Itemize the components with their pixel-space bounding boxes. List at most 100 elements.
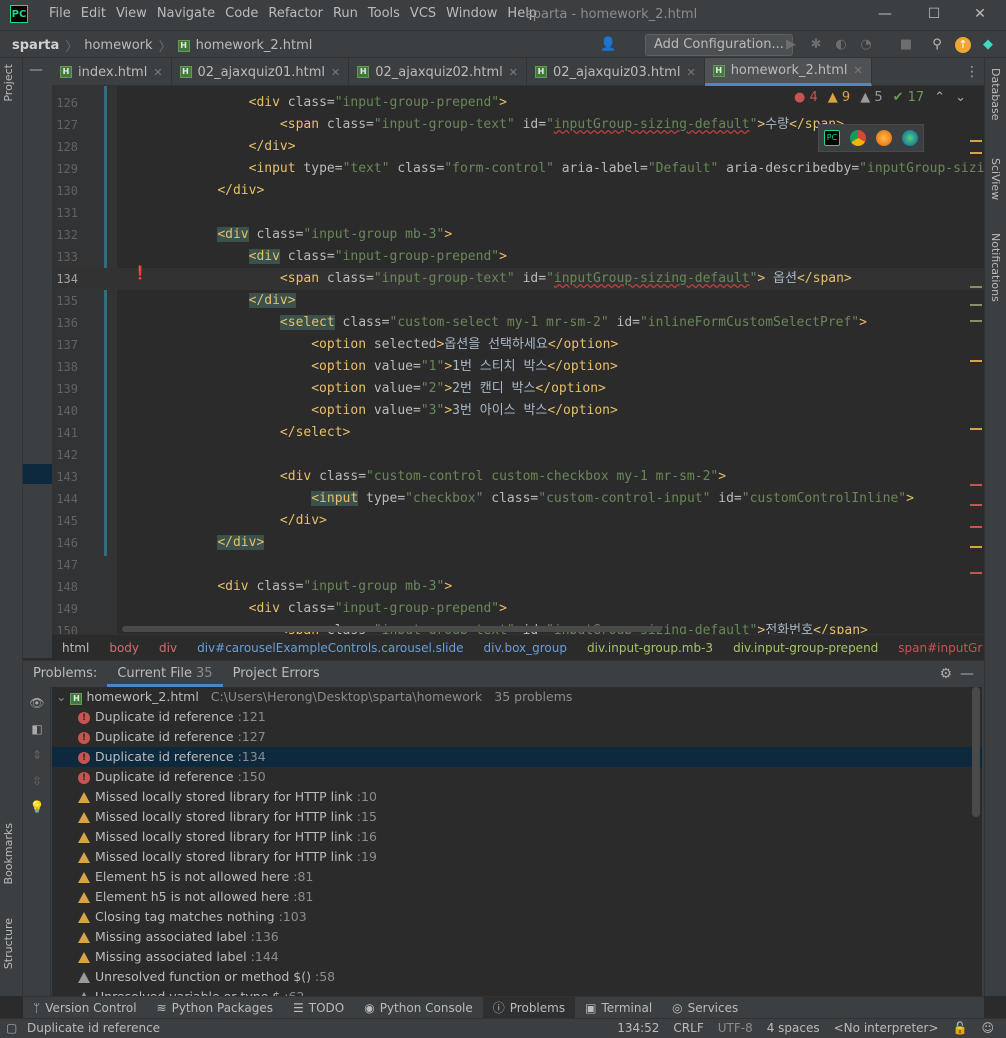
problem-row[interactable]: Element h5 is not allowed here:81 <box>52 887 982 907</box>
problems-file-row[interactable]: ⌄ H homework_2.html C:\Users\Herong\Desk… <box>52 687 982 707</box>
code-line[interactable]: 149 <div class="input-group-prepend"> <box>52 598 984 620</box>
minimize-icon[interactable]: — <box>875 4 895 24</box>
coverage-icon[interactable]: ◐ <box>833 37 849 53</box>
warning-marker[interactable] <box>970 140 982 142</box>
code-line[interactable]: 132 <div class="input-group mb-3"> <box>52 224 984 246</box>
weak-warning-count[interactable]: ▲ 5 <box>860 90 882 105</box>
structure-crumb[interactable]: html <box>52 641 99 655</box>
breadcrumb-project[interactable]: sparta <box>12 38 59 53</box>
breadcrumb-file[interactable]: homework_2.html <box>196 38 313 53</box>
breadcrumb-folder[interactable]: homework <box>84 38 152 53</box>
problem-row[interactable]: Missed locally stored library for HTTP l… <box>52 787 982 807</box>
warning-marker[interactable] <box>970 360 982 362</box>
horizontal-scrollbar[interactable] <box>122 626 662 632</box>
code-line[interactable]: 148 <div class="input-group mb-3"> <box>52 576 984 598</box>
structure-crumb[interactable]: div#carouselExampleControls.carousel.sli… <box>187 641 473 655</box>
menu-view[interactable]: View <box>111 6 152 21</box>
typo-count[interactable]: ✔ 17 <box>893 90 925 105</box>
tool-tab-todo[interactable]: ☰ TODO <box>283 997 354 1019</box>
problem-row[interactable]: Unresolved function or method $():58 <box>52 967 982 987</box>
tab-current-file[interactable]: Current File 35 <box>107 661 223 687</box>
code-with-me-icon[interactable]: ◆ <box>980 37 996 53</box>
code-line[interactable]: 145 </div> <box>52 510 984 532</box>
menu-file[interactable]: File <box>44 6 76 21</box>
search-icon[interactable]: ⚲ <box>929 37 945 53</box>
tool-tab-python-console[interactable]: ◉ Python Console <box>354 997 483 1019</box>
problem-row[interactable]: Missing associated label:144 <box>52 947 982 967</box>
code-line[interactable]: 143 <div class="custom-control custom-ch… <box>52 466 984 488</box>
code-line[interactable]: 131 <box>52 202 984 224</box>
code-line[interactable]: 129 <input type="text" class="form-contr… <box>52 158 984 180</box>
menu-window[interactable]: Window <box>441 6 502 21</box>
structure-crumb[interactable]: div.input-group-prepend <box>723 641 888 655</box>
problem-row[interactable]: ! Duplicate id reference:134 <box>52 747 982 767</box>
editor-scrollbar[interactable] <box>970 86 984 634</box>
structure-crumb[interactable]: div.input-group.mb-3 <box>577 641 723 655</box>
code-line[interactable]: 137 <option selected>옵션을 선택하세요</option> <box>52 334 984 356</box>
pycharm-browser-icon[interactable]: PC <box>824 130 840 146</box>
structure-tool-tab[interactable]: Structure <box>2 918 15 969</box>
warning-count[interactable]: ▲ 9 <box>828 90 850 105</box>
tab-project-errors[interactable]: Project Errors <box>223 661 330 687</box>
collapse-all-icon[interactable]: ⇳ <box>29 773 45 789</box>
weak-marker[interactable] <box>970 286 982 288</box>
menu-tools[interactable]: Tools <box>363 6 405 21</box>
problem-row[interactable]: Missed locally stored library for HTTP l… <box>52 807 982 827</box>
error-marker[interactable] <box>970 526 982 528</box>
lock-icon[interactable]: 🔓 <box>953 1021 968 1035</box>
tab-homework-2-html[interactable]: Hhomework_2.html ✕ <box>704 58 872 86</box>
weak-marker[interactable] <box>970 320 982 322</box>
menu-navigate[interactable]: Navigate <box>152 6 220 21</box>
interpreter-setting[interactable]: <No interpreter> <box>834 1021 939 1035</box>
sciview-tool-tab[interactable]: SciView <box>989 158 1002 200</box>
add-configuration-button[interactable]: Add Configuration... <box>645 34 793 56</box>
code-line[interactable]: 138 <option value="1">1번 스티치 박스</option> <box>52 356 984 378</box>
code-line[interactable]: 147 <box>52 554 984 576</box>
tool-tab-services[interactable]: ◎ Services <box>662 997 748 1019</box>
inspection-widget[interactable]: ● 4 ▲ 9 ▲ 5 ✔ 17 ⌃ ⌄ <box>794 90 966 105</box>
expand-all-icon[interactable]: ⇕ <box>29 747 45 763</box>
problem-row[interactable]: ! Duplicate id reference:127 <box>52 727 982 747</box>
indent-setting[interactable]: 4 spaces <box>767 1021 820 1035</box>
tab-02-ajaxquiz01-html[interactable]: H 02_ajaxquiz01.html ✕ <box>172 58 350 86</box>
chevron-down-icon[interactable]: ⌄ <box>56 689 66 704</box>
menu-vcs[interactable]: VCS <box>405 6 441 21</box>
profile-icon[interactable]: ◔ <box>858 37 874 53</box>
maximize-icon[interactable]: ☐ <box>924 4 944 24</box>
tool-tab-version-control[interactable]: ᛘ Version Control <box>23 997 147 1019</box>
tool-tab-problems[interactable]: ⓘ Problems <box>482 996 576 1019</box>
error-gutter-icon[interactable]: ❗ <box>132 266 148 281</box>
warning-marker[interactable] <box>970 428 982 430</box>
eye-icon[interactable]: 👁 <box>29 695 45 711</box>
selected-tree-row[interactable] <box>23 464 52 484</box>
panel-toggle-icon[interactable]: ▢ <box>6 1021 17 1035</box>
file-encoding[interactable]: UTF-8 <box>718 1021 753 1035</box>
code-line[interactable]: 141 </select> <box>52 422 984 444</box>
problem-row[interactable]: Missing associated label:136 <box>52 927 982 947</box>
code-line[interactable]: 144 <input type="checkbox" class="custom… <box>52 488 984 510</box>
chevron-down-icon[interactable]: ⌄ <box>955 90 966 105</box>
code-line[interactable]: 140 <option value="3">3번 아이스 박스</option> <box>52 400 984 422</box>
project-tool-tab[interactable]: Project <box>2 64 15 102</box>
stop-icon[interactable]: ■ <box>898 37 914 53</box>
code-line[interactable]: 142 <box>52 444 984 466</box>
line-separator[interactable]: CRLF <box>673 1021 703 1035</box>
more-tabs-icon[interactable]: ⋮ <box>965 64 979 80</box>
menu-refactor[interactable]: Refactor <box>263 6 328 21</box>
warning-marker[interactable] <box>970 546 982 548</box>
notifications-tool-tab[interactable]: Notifications <box>989 233 1002 302</box>
close-tab-icon[interactable]: ✕ <box>686 66 695 79</box>
structure-crumb[interactable]: div.box_group <box>474 641 577 655</box>
tab-02-ajaxquiz03-html[interactable]: H 02_ajaxquiz03.html ✕ <box>527 58 705 86</box>
user-icon[interactable]: 👤 <box>600 37 616 53</box>
code-line[interactable]: 146 </div> <box>52 532 984 554</box>
problem-row[interactable]: ! Duplicate id reference:150 <box>52 767 982 787</box>
error-count[interactable]: ● 4 <box>794 90 818 105</box>
tool-tab-python-packages[interactable]: ≋ Python Packages <box>147 997 283 1019</box>
close-tab-icon[interactable]: ✕ <box>331 66 340 79</box>
weak-marker[interactable] <box>970 304 982 306</box>
caret-position[interactable]: 134:52 <box>617 1021 659 1035</box>
chrome-icon[interactable] <box>850 130 866 146</box>
close-window-icon[interactable]: ✕ <box>970 4 990 24</box>
code-line[interactable]: 136 <select class="custom-select my-1 mr… <box>52 312 984 334</box>
